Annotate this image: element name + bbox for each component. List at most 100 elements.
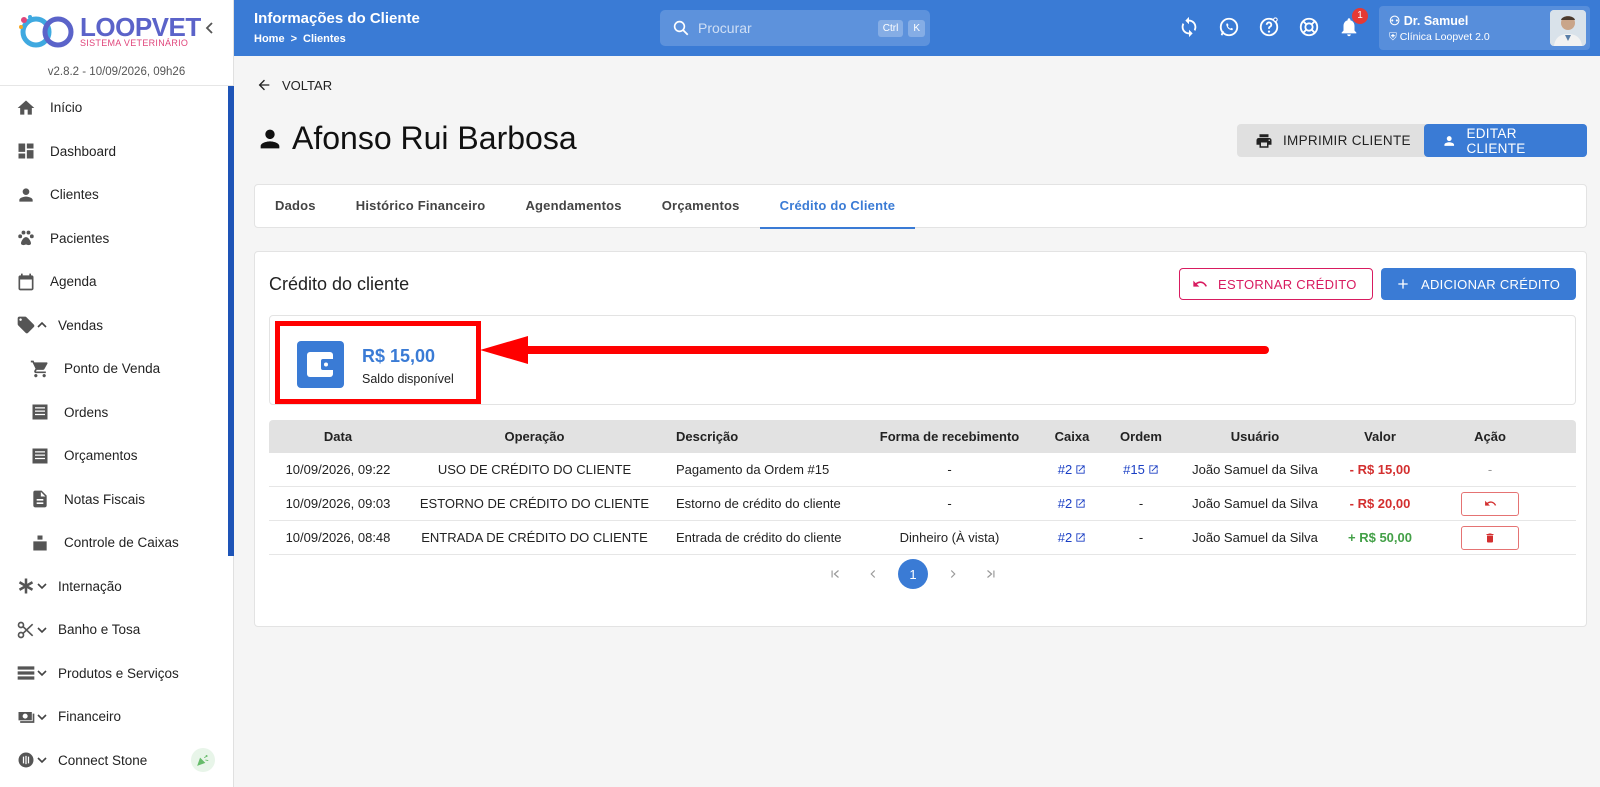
- cell-payment-method: -: [947, 496, 952, 511]
- sidebar-item-label: Controle de Caixas: [64, 535, 179, 551]
- balance-value: R$ 15,00: [362, 346, 436, 366]
- first-page-icon[interactable]: [822, 559, 848, 589]
- reverse-credit-button[interactable]: ESTORNAR CRÉDITO: [1179, 268, 1373, 300]
- cell-description: Pagamento da Ordem #15: [676, 462, 830, 477]
- credit-table: Data Operação Descrição Forma de recebim…: [269, 420, 1576, 555]
- sidebar-item-dashboard[interactable]: Dashboard: [0, 130, 233, 174]
- cash-register-link[interactable]: #2: [1058, 530, 1086, 545]
- col-header: Descrição: [676, 429, 739, 444]
- sidebar-item-label: Início: [50, 100, 83, 116]
- next-page-icon[interactable]: [940, 559, 966, 589]
- chevron-down-icon: [36, 711, 48, 723]
- breadcrumb-clientes[interactable]: Clientes: [303, 33, 346, 45]
- chevron-down-icon: [36, 667, 48, 679]
- tab-orcamentos[interactable]: Orçamentos: [642, 185, 760, 229]
- logo-area: LOOPVET SISTEMA VETERINÁRIO: [0, 0, 233, 62]
- home-icon: [16, 98, 36, 118]
- help-icon[interactable]: [1258, 16, 1280, 38]
- reverse-credit-label: ESTORNAR CRÉDITO: [1218, 276, 1357, 292]
- page-number-current[interactable]: 1: [898, 559, 928, 589]
- notifications-bell-icon[interactable]: 1: [1338, 8, 1368, 38]
- balance-highlight-box: R$ 15,00 Saldo disponível: [275, 321, 481, 404]
- cash-register-link[interactable]: #2: [1058, 496, 1086, 511]
- user-menu[interactable]: ⚇ Dr. Samuel ⛨ Clínica Loopvet 2.0: [1379, 6, 1590, 50]
- tab-dados[interactable]: Dados: [255, 185, 336, 229]
- sidebar-item-produtos-e-servicos[interactable]: Produtos e Serviços: [0, 652, 233, 696]
- breadcrumb: Home > Clientes: [254, 33, 346, 45]
- delete-entry-button[interactable]: [1461, 525, 1519, 550]
- sidebar-item-inicio[interactable]: Início: [0, 86, 233, 130]
- open-in-new-icon: [1076, 499, 1085, 508]
- sidebar-item-banho-e-tosa[interactable]: Banho e Tosa: [0, 608, 233, 652]
- tab-credito-do-cliente[interactable]: Crédito do Cliente: [759, 185, 916, 229]
- support-lifebuoy-icon[interactable]: [1298, 16, 1320, 38]
- plus-icon: [1398, 279, 1408, 289]
- sidebar-item-label: Orçamentos: [64, 448, 138, 464]
- shortcut-ctrl: Ctrl: [877, 19, 904, 37]
- paw-icon: [16, 228, 36, 248]
- person-icon: [260, 129, 280, 148]
- open-in-new-icon: [1076, 533, 1085, 542]
- sidebar-item-label: Financeiro: [58, 709, 122, 725]
- sidebar-item-ponto-de-venda[interactable]: Ponto de Venda: [0, 347, 233, 391]
- cash-register-link[interactable]: #2: [1058, 462, 1086, 477]
- order-link[interactable]: #15: [1123, 462, 1159, 477]
- shortcut-k: K: [908, 19, 925, 37]
- sidebar-item-label: Connect Stone: [58, 752, 148, 768]
- sidebar-item-vendas[interactable]: Vendas: [0, 304, 233, 348]
- sidebar-item-notas-fiscais[interactable]: Notas Fiscais: [0, 478, 233, 522]
- sidebar-item-ordens[interactable]: Ordens: [0, 391, 233, 435]
- logo-text: LOOPVET: [80, 12, 201, 42]
- sidebar-item-financeiro[interactable]: Financeiro: [0, 695, 233, 739]
- nfc-icon: [16, 750, 36, 770]
- pagination: 1: [822, 559, 1004, 589]
- sidebar-item-orcamentos[interactable]: Orçamentos: [0, 434, 233, 478]
- topbar: Informações do Cliente Home > Clientes Pro…: [234, 0, 1600, 56]
- print-client-button[interactable]: IMPRIMIR CLIENTE: [1237, 124, 1429, 157]
- sidebar-item-label: Produtos e Serviços: [58, 665, 179, 681]
- sidebar-item-connect-stone[interactable]: Connect Stone: [0, 739, 233, 783]
- add-credit-button[interactable]: ADICIONAR CRÉDITO: [1381, 268, 1576, 300]
- sidebar-item-clientes[interactable]: Clientes: [0, 173, 233, 217]
- search-placeholder: Procurar: [698, 20, 752, 36]
- previous-page-icon[interactable]: [860, 559, 886, 589]
- app-version: v2.8.2 - 10/09/2026, 09h26: [0, 62, 233, 86]
- sidebar-item-controle-de-caixas[interactable]: Controle de Caixas: [0, 521, 233, 565]
- cell-value: - R$ 20,00: [1349, 496, 1411, 511]
- breadcrumb-home[interactable]: Home: [254, 33, 285, 45]
- col-header: Caixa: [1054, 429, 1090, 444]
- sidebar-item-pacientes[interactable]: Pacientes: [0, 217, 233, 261]
- sidebar-item-agenda[interactable]: Agenda: [0, 260, 233, 304]
- cell-action-none: -: [1487, 462, 1493, 477]
- whatsapp-icon[interactable]: [1218, 16, 1240, 38]
- search-input[interactable]: Procurar Ctrl K: [660, 10, 930, 46]
- printer-icon: [1256, 133, 1272, 148]
- cell-date: 10/09/2026, 08:48: [285, 530, 391, 545]
- undo-reversal-button[interactable]: [1461, 491, 1519, 516]
- cell-order: -: [1138, 530, 1144, 545]
- sidebar-item-internacao[interactable]: Internação: [0, 565, 233, 609]
- sidebar-item-label: Ponto de Venda: [64, 361, 161, 377]
- client-name: Afonso Rui Barbosa: [292, 120, 577, 156]
- sidebar-item-label: Clientes: [50, 187, 99, 203]
- cell-description: Entrada de crédito do cliente: [676, 530, 842, 545]
- cell-user: João Samuel da Silva: [1192, 462, 1318, 477]
- sidebar-item-label: Agenda: [50, 274, 97, 290]
- collapse-sidebar-button[interactable]: [200, 18, 220, 38]
- last-page-icon[interactable]: [978, 559, 1004, 589]
- page-title: Informações do Cliente: [254, 10, 420, 27]
- balance-label: Saldo disponível: [362, 372, 454, 386]
- list-icon: [30, 446, 50, 466]
- asterisk-icon: [16, 576, 36, 596]
- table-row: 10/09/2026, 09:22 USO DE CRÉDITO DO CLIE…: [269, 453, 1576, 487]
- back-button[interactable]: VOLTAR: [256, 77, 332, 93]
- cell-operation: ESTORNO DE CRÉDITO DO CLIENTE: [419, 496, 650, 511]
- logo-subtitle: SISTEMA VETERINÁRIO: [80, 38, 189, 48]
- edit-client-button[interactable]: EDITAR CLIENTE: [1424, 124, 1587, 157]
- sidebar-scrollbar[interactable]: [228, 86, 234, 556]
- tab-agendamentos[interactable]: Agendamentos: [505, 185, 641, 229]
- tab-historico-financeiro[interactable]: Histórico Financeiro: [336, 185, 506, 229]
- cell-date: 10/09/2026, 09:03: [285, 496, 391, 511]
- sync-icon[interactable]: [1178, 16, 1200, 38]
- cell-description: Estorno de crédito do cliente: [676, 496, 841, 511]
